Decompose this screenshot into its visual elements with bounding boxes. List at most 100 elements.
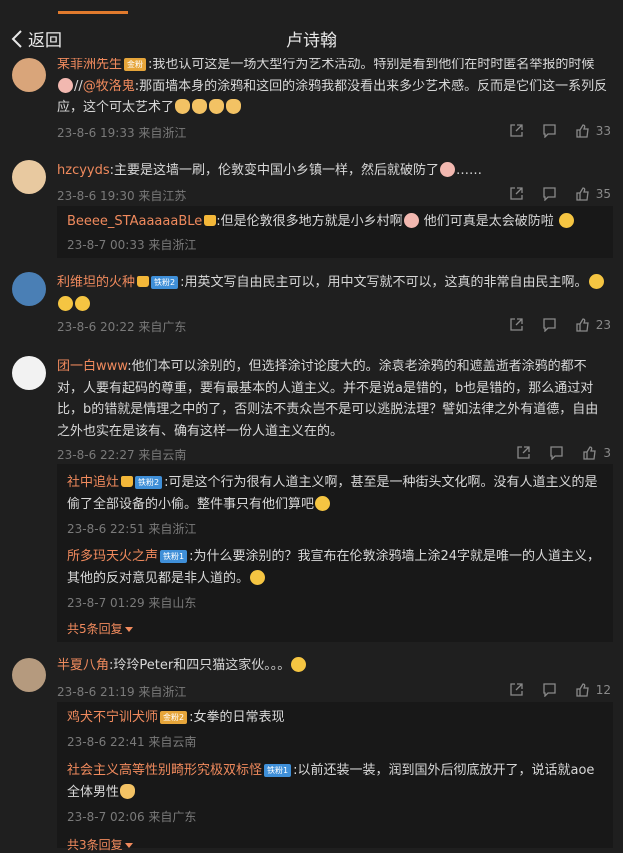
caret-down-icon [124,627,133,632]
comment-text: 团一白www:他们本可以涂别的，但选择涂讨论度大的。涂袁老涂鸦的和遮盖逝者涂鸦的… [57,359,599,439]
cat-emoji-icon [192,99,208,114]
thumbs-up-icon [576,124,589,138]
comment-text: 利维坦的火种 铁粉2:用英文写自由民主可以，用中文写就不可以，这真的非常自由民主啊… [57,272,611,315]
username[interactable]: hzcyyds [57,163,110,178]
username[interactable]: 半夏八角 [57,658,109,673]
comment-meta: 23-8-6 22:27 来自云南 [57,448,187,462]
emoji-icon [58,77,73,93]
reply-box: Beeee_STAaaaaaBLe:但是伦敦很多地方就是小乡村啊 他们可真是太会… [57,206,613,258]
share-icon[interactable] [516,445,531,460]
username[interactable]: 所多玛天火之声 [67,549,158,564]
reply-text: 社会主义高等性别畸形究极双标怪 铁粉1:以前还装一装，润到国外后彻底放开了，说话就… [67,763,595,800]
username[interactable]: 利维坦的火种 [57,275,135,290]
comment-actions: 12 [509,682,611,697]
like-button[interactable]: 12 [575,682,611,697]
like-button[interactable]: 35 [575,186,611,201]
comment: 半夏八角:玲玲Peter和四只猫这家伙。。。 23-8-6 21:19 来自浙江… [0,650,623,852]
comment-meta: 23-8-6 19:30 来自江苏 [57,189,187,203]
like-count: 12 [595,682,611,697]
comment-actions: 33 [509,123,611,138]
fan-badge: 金粉2 [160,711,188,724]
comment-icon[interactable] [542,123,557,138]
emoji-icon [75,295,90,311]
avatar[interactable] [12,356,46,390]
more-replies-link[interactable]: 共3条回复 [67,836,133,853]
fan-badge: 金粉 [124,58,147,71]
avatar[interactable] [12,58,46,92]
reply-text: 鸡犬不宁训犬师 金粉2:女拳的日常表现 [67,710,285,725]
reply-box: 鸡犬不宁训犬师 金粉2:女拳的日常表现 23-8-6 22:41 来自云南 社会主… [57,702,613,852]
username[interactable]: 社会主义高等性别畸形究极双标怪 [67,763,262,778]
cat-emoji-icon [226,99,242,114]
share-icon[interactable] [509,682,524,697]
cat-emoji-icon [175,99,191,114]
reply-meta: 23-8-6 22:51 来自浙江 [67,522,197,536]
comment-icon[interactable] [542,186,557,201]
comment-actions: 35 [509,186,611,201]
comment-actions: 23 [509,317,611,332]
thumbs-up-icon [576,318,589,332]
fan-badge: 铁粉1 [160,550,188,563]
cat-emoji-icon [209,99,225,114]
crown-icon [121,476,134,487]
reply-meta: 23-8-7 02:06 来自广东 [67,810,197,824]
reply-meta: 23-8-7 00:33 来自浙江 [67,238,197,252]
like-count: 23 [595,317,611,332]
like-count: 35 [595,186,611,201]
share-icon[interactable] [509,317,524,332]
emoji-icon [440,162,456,177]
caret-down-icon [124,843,133,848]
avatar[interactable] [12,658,46,692]
more-replies-link[interactable]: 共5条回复 [67,620,133,637]
emoji-icon [558,213,574,228]
share-icon[interactable] [509,186,524,201]
username[interactable]: 鸡犬不宁训犬师 [67,710,158,725]
like-button[interactable]: 23 [575,317,611,332]
reply-text: 所多玛天火之声 铁粉1:为什么要涂别的？我宣布在伦敦涂鸦墙上涂24字就是唯一的人道… [67,549,601,586]
comment: hzcyyds:主要是这墙一刷，伦敦变中国小乡镇一样，然后就破防了…… 23-8… [0,150,623,266]
comment-text: hzcyyds:主要是这墙一刷，伦敦变中国小乡镇一样，然后就破防了…… [57,162,483,178]
emoji-icon [403,213,419,228]
comment-actions: 3 [516,445,611,460]
thumbs-up-icon [583,446,597,460]
emoji-icon [250,569,266,585]
comment-meta: 23-8-6 20:22 来自广东 [57,320,187,334]
like-button[interactable]: 3 [582,445,611,460]
reply-meta: 23-8-6 22:41 来自云南 [67,735,197,749]
comment: 某菲洲先生 金粉:我也认可这是一场大型行为艺术活动。特别是看到他们在时时匿名举报的… [0,52,623,150]
reply-meta: 23-8-7 01:29 来自山东 [67,596,197,610]
username[interactable]: 某菲洲先生 [57,57,122,72]
share-icon[interactable] [509,123,524,138]
comment-icon[interactable] [542,317,557,332]
thumbs-up-icon [576,683,589,697]
reply-text: Beeee_STAaaaaaBLe:但是伦敦很多地方就是小乡村啊 他们可真是太会… [67,211,605,233]
emoji-icon [588,274,604,289]
tab-indicator [58,11,128,14]
comment-icon[interactable] [549,445,564,460]
cat-emoji-icon [120,783,136,799]
nav-header: 返回 卢诗翰 [0,18,623,58]
comment-meta: 23-8-6 21:19 来自浙江 [57,685,187,699]
like-count: 3 [603,445,611,460]
reply-text: 社中追灶 铁粉2:可是这个行为很有人道主义啊，甚至是一种街头文化啊。没有人道主义的… [67,475,598,512]
reply-box: 社中追灶 铁粉2:可是这个行为很有人道主义啊，甚至是一种街头文化啊。没有人道主义的… [57,464,613,642]
like-button[interactable]: 33 [575,123,611,138]
username[interactable]: Beeee_STAaaaaaBLe [67,214,202,229]
username[interactable]: 团一白www [57,359,127,374]
thumbs-up-icon [576,187,589,201]
crown-icon [204,215,217,226]
comment-meta: 23-8-6 19:33 来自浙江 [57,126,187,140]
fan-badge: 铁粉1 [264,764,292,777]
avatar[interactable] [12,272,46,306]
comment-icon[interactable] [542,682,557,697]
avatar[interactable] [12,160,46,194]
emoji-icon [291,657,307,672]
crown-icon [137,276,150,287]
username[interactable]: 社中追灶 [67,475,119,490]
like-count: 33 [595,123,611,138]
fan-badge: 铁粉2 [135,476,163,489]
comment: 利维坦的火种 铁粉2:用英文写自由民主可以，用中文写就不可以，这真的非常自由民主啊… [0,262,623,342]
mention-link[interactable]: @牧洛鬼 [83,79,135,94]
comment-text: 半夏八角:玲玲Peter和四只猫这家伙。。。 [57,655,611,677]
emoji-icon [58,295,73,311]
